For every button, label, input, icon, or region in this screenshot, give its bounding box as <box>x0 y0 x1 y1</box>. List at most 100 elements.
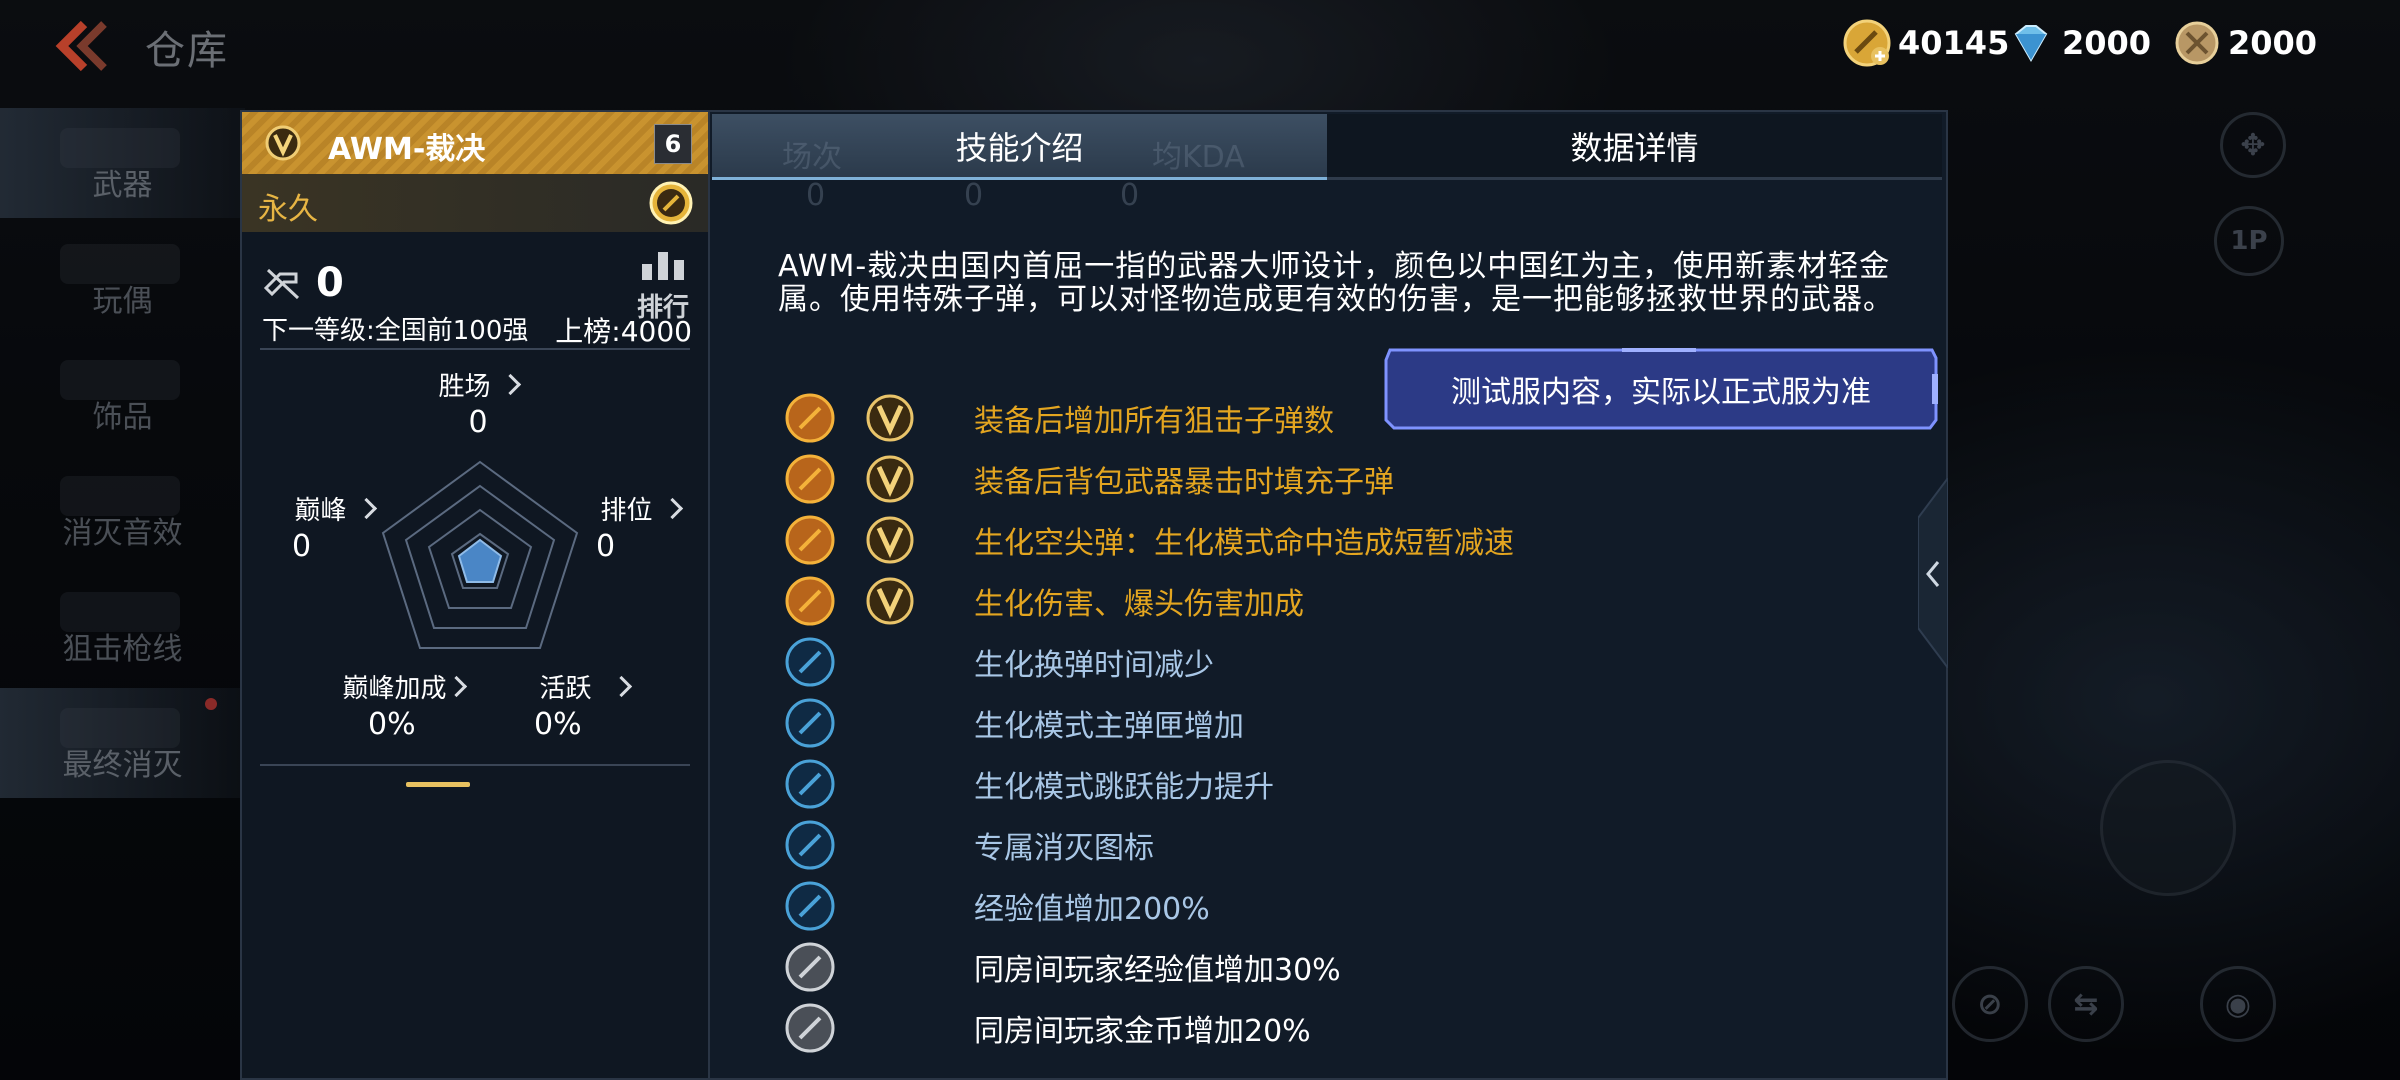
weapon-card: AWM-裁决 6 永久 0 排行 下一等级:全国前100强 上榜:4000 胜场… <box>240 110 710 1080</box>
sniper-bullet-icon <box>785 393 835 443</box>
diamond-currency[interactable]: 2000 <box>2006 18 2151 68</box>
skill-row: 生化伤害、爆头伤害加成 <box>784 573 1304 629</box>
sidebar-item-sniper-line[interactable]: 狙击枪线 <box>0 572 245 682</box>
swap-icon[interactable]: ⇆ <box>2048 966 2124 1042</box>
divider <box>260 348 690 350</box>
kill-icon-badge-icon <box>785 820 835 870</box>
stat-value: 0 <box>468 405 488 440</box>
chevron-right-icon <box>445 675 467 698</box>
kill-counter: 0 <box>262 260 344 306</box>
stat-value: 0 <box>596 529 616 564</box>
stat-value: 0 <box>292 529 312 564</box>
stat-ranked[interactable]: 排位 0 <box>590 490 690 564</box>
skill-row: 经验值增加200% <box>784 878 1210 934</box>
gold-coin-icon <box>649 181 693 225</box>
tab-label: 数据详情 <box>1570 128 1699 167</box>
eye-hide-icon[interactable]: ◉ <box>2200 966 2276 1042</box>
skill-text: 生化伤害、爆头伤害加成 <box>974 587 1304 622</box>
v-tier-badge-icon <box>265 125 301 161</box>
weapon-duration-row: 永久 <box>242 174 708 232</box>
sound-icon <box>60 476 180 516</box>
stat-label: 排位 <box>600 496 653 526</box>
gold-amount: 40145 <box>1898 24 2010 62</box>
v-tier-badge-icon <box>866 394 914 442</box>
collapse-panel-button[interactable] <box>1918 478 1948 668</box>
room-gold-icon <box>785 1003 835 1053</box>
sidebar-item-final-kill[interactable]: 最终消灭 <box>0 688 245 798</box>
v-tier-badge-icon <box>866 516 914 564</box>
ghost-stripe-icon: ⊘ <box>1952 966 2028 1042</box>
page-title: 仓库 <box>145 28 229 74</box>
gamepad-icon[interactable]: ✥ <box>2220 112 2286 178</box>
next-level-text: 下一等级:全国前100强 <box>262 316 529 346</box>
ghost-value: 0 <box>806 178 826 213</box>
chevron-right-icon <box>499 373 521 396</box>
accessory-icon <box>60 360 180 400</box>
tab-label: 技能介绍 <box>955 128 1084 167</box>
weapon-description: AWM-裁决由国内首屈一指的武器大师设计，颜色以中国红为主，使用新素材轻金属。使… <box>778 249 1894 317</box>
sidebar-item-kill-sound[interactable]: 消灭音效 <box>0 456 245 566</box>
weapon-name: AWM-裁决 <box>328 132 486 167</box>
skill-row: 专属消灭图标 <box>784 817 1154 873</box>
ghost-action-button <box>2100 760 2236 896</box>
stat-wins[interactable]: 胜场 0 <box>428 366 528 440</box>
stat-value: 0% <box>534 707 582 742</box>
category-sidebar: 武器 玩偶 饰品 消灭音效 狙击枪线 最终消灭 <box>0 108 245 808</box>
rank-threshold: 上榜:4000 <box>555 315 692 348</box>
weapon-duration: 永久 <box>258 192 318 227</box>
chevron-right-icon <box>610 675 632 698</box>
exp-boost-icon <box>785 881 835 931</box>
sniper-icon <box>60 592 180 632</box>
kill-count: 0 <box>316 260 344 306</box>
ghost-value: 0 <box>964 178 984 213</box>
reload-speed-icon <box>785 637 835 687</box>
sidebar-item-accessories[interactable]: 饰品 <box>0 340 245 450</box>
skill-text: 生化换弹时间减少 <box>974 648 1214 683</box>
skill-text: 同房间玩家金币增加20% <box>974 1014 1311 1049</box>
medal-icon <box>2172 18 2222 68</box>
skill-row: 同房间玩家金币增加20% <box>784 1000 1311 1056</box>
notification-dot <box>205 698 217 710</box>
jump-boost-icon <box>785 759 835 809</box>
skill-row: 装备后增加所有狙击子弹数 <box>784 390 1334 446</box>
diamond-icon <box>2006 18 2056 68</box>
ghost-header: 场次 <box>782 140 842 175</box>
medal-currency[interactable]: 2000 <box>2172 18 2317 68</box>
skill-text: 装备后增加所有狙击子弹数 <box>974 404 1334 439</box>
doll-icon <box>60 244 180 284</box>
weapon-level: 6 <box>654 124 692 164</box>
detail-panel: 场次 均KDA 技能介绍 数据详情 0 0 0 AWM-裁决由国内首屈一指的武器… <box>708 110 1948 1080</box>
stat-active[interactable]: 活跃 0% <box>524 668 644 742</box>
skill-row: 同房间玩家经验值增加30% <box>784 939 1341 995</box>
sidebar-item-dolls[interactable]: 玩偶 <box>0 224 245 334</box>
gold-currency[interactable]: 40145 <box>1842 18 2009 68</box>
back-button[interactable] <box>54 18 114 74</box>
skill-text: 装备后背包武器暴击时填充子弹 <box>974 465 1394 500</box>
radar-chart <box>381 460 579 649</box>
divider <box>260 764 690 766</box>
ghost-value: 0 <box>1120 178 1140 213</box>
test-server-notice: 测试服内容，实际以正式服为准 <box>1451 375 1871 410</box>
stat-label: 胜场 <box>438 372 491 402</box>
skill-text: 生化空尖弹：生化模式命中造成短暂减速 <box>974 526 1514 561</box>
skill-row: 生化模式主弹匣增加 <box>784 695 1244 751</box>
hollow-point-icon <box>785 515 835 565</box>
v-tier-badge-icon <box>866 455 914 503</box>
stat-peak-bonus[interactable]: 巅峰加成 0% <box>328 668 478 742</box>
skill-row: 生化换弹时间减少 <box>784 634 1214 690</box>
gold-coin-icon <box>1842 18 1892 68</box>
view-1p-button[interactable]: 1P <box>2214 206 2284 276</box>
kill-icon <box>263 268 300 300</box>
stat-peak[interactable]: 巅峰 0 <box>284 490 384 564</box>
helmet-icon <box>60 708 180 748</box>
rifle-icon <box>60 128 180 168</box>
sidebar-item-weapons[interactable]: 武器 <box>0 108 245 218</box>
skill-text: 同房间玩家经验值增加30% <box>974 953 1341 988</box>
headshot-damage-icon <box>785 576 835 626</box>
tab-skill-intro[interactable]: 场次 均KDA 技能介绍 <box>712 114 1327 180</box>
skill-text: 生化模式跳跃能力提升 <box>974 770 1274 805</box>
chevron-right-icon <box>661 497 683 520</box>
leaderboard-button[interactable]: 排行 <box>634 250 692 323</box>
ghost-header: 均KDA <box>1152 140 1245 175</box>
tab-data-details[interactable]: 数据详情 <box>1327 114 1942 180</box>
